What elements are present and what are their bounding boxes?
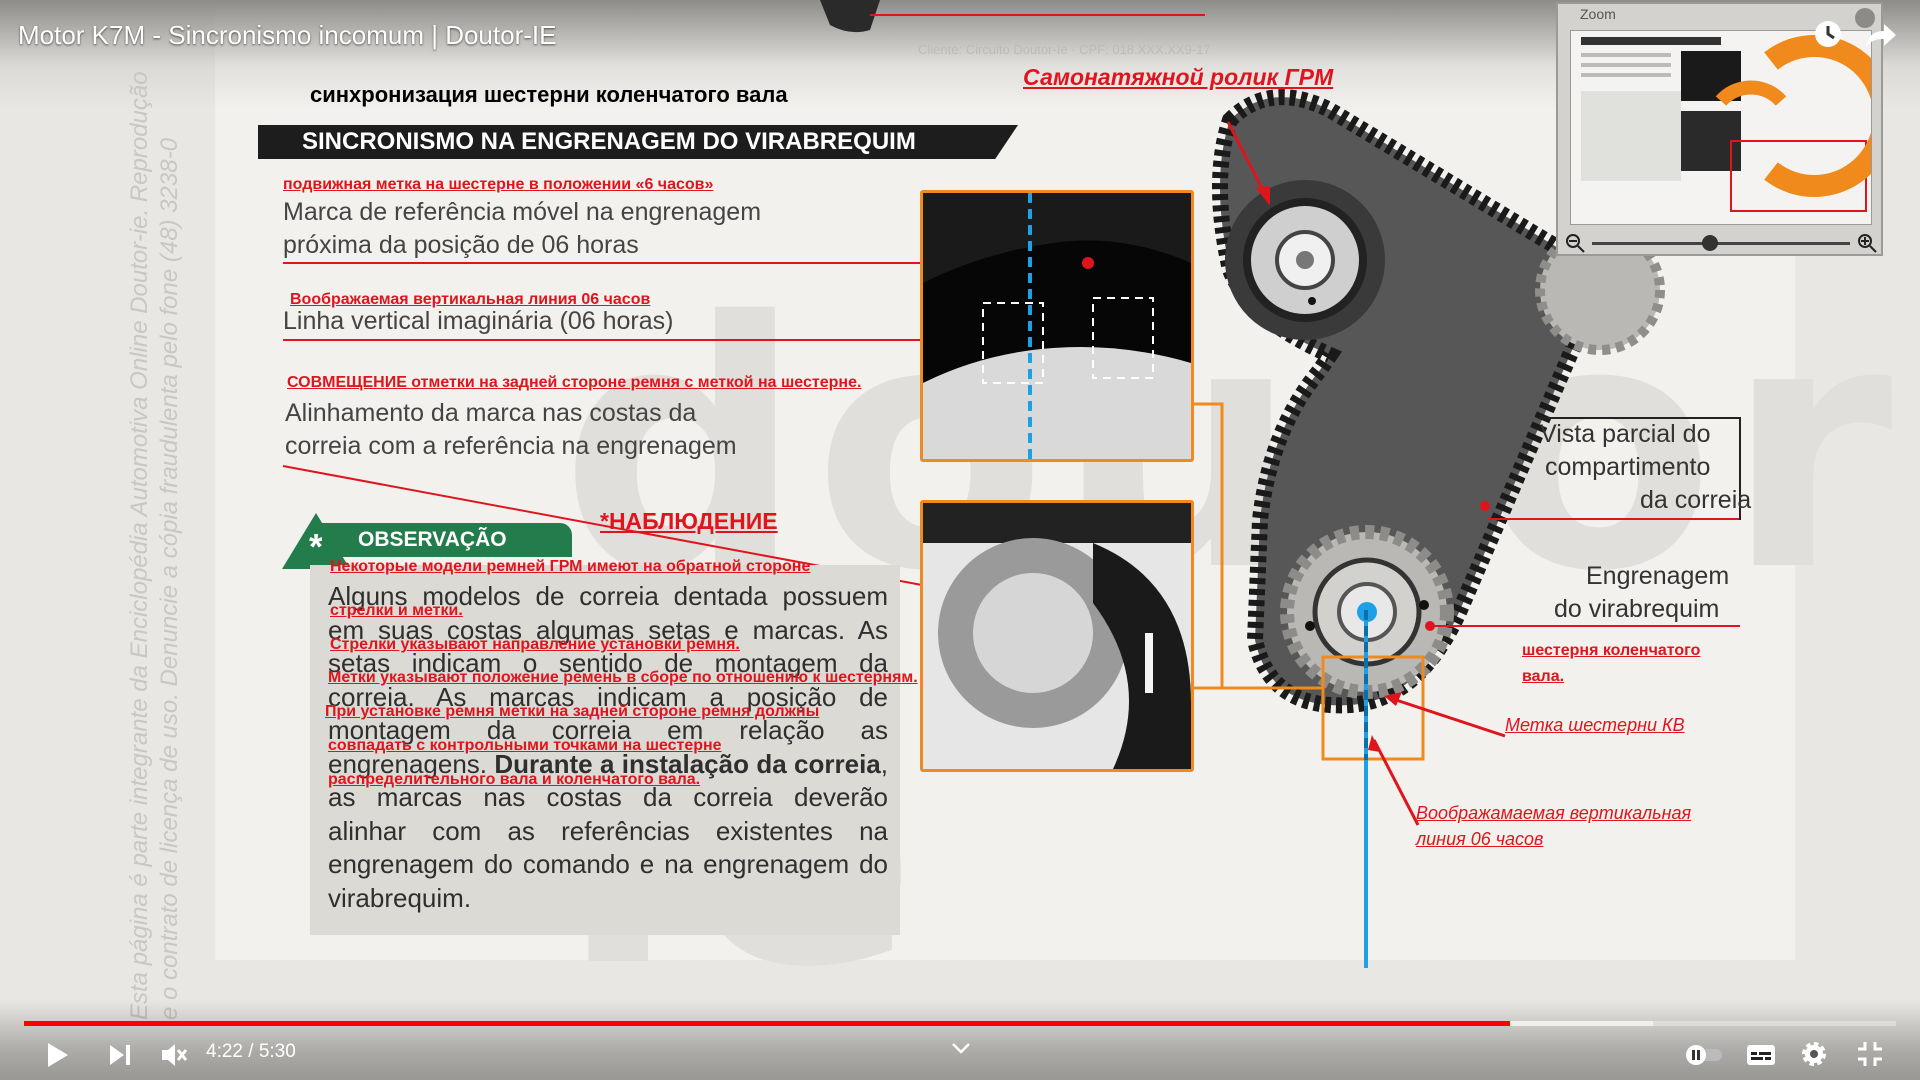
closeup-1-art [923, 193, 1191, 459]
video-frame[interactable]: doutor-ie Esta página é parte integrante… [0, 0, 1920, 1080]
ann-crank-mark: Метка шестерни КВ [1505, 715, 1685, 735]
pt-partial-3: da correia [1640, 486, 1752, 514]
ann-obs-line-3: Стрелки указывают направление установки … [330, 636, 740, 653]
zoom-out-icon[interactable] [1564, 232, 1586, 254]
gear-icon[interactable] [1800, 1040, 1828, 1068]
arrow-crank-mark [1389, 696, 1506, 738]
ann-crank-gear-2: вала. [1522, 668, 1565, 685]
time-display: 4:22 / 5:30 [206, 1041, 296, 1063]
time-current: 4:22 [206, 1041, 243, 1062]
clock-icon[interactable] [1812, 18, 1844, 50]
progress-played [24, 1021, 1511, 1026]
zoom-title: Zoom [1580, 6, 1616, 22]
zoom-slider-handle[interactable] [1702, 235, 1718, 251]
ru-heading: синхронизация шестерни коленчатого вала [310, 82, 788, 107]
ann-alignment: СОВМЕЩЕНИЕ отметки на задней стороне рем… [287, 374, 862, 391]
observation-label: OBSERVAÇÃO [322, 523, 572, 557]
ann-crank-gear-1: шестерня коленчатого [1522, 642, 1701, 659]
video-title[interactable]: Motor K7M - Sincronismo incomum | Doutor… [18, 20, 556, 51]
pt-align-2: correia com a referência na engrenagem [285, 432, 737, 460]
progress-bar[interactable] [24, 1021, 1896, 1026]
observation-badge: * OBSERVAÇÃO [282, 513, 572, 569]
pt-vertical: Linha vertical imaginária (06 horas) [283, 307, 674, 335]
ann-tensioner: Самонатяжной ролик ГРМ [1023, 64, 1334, 90]
zoom-in-icon[interactable] [1856, 232, 1878, 254]
arrow-vline [1372, 739, 1420, 826]
ann-obs-line-7: распределительного вала и коленчатого ва… [328, 771, 701, 788]
section-title: SINCRONISMO NA ENGRENAGEM DO VIRABREQUIM [258, 125, 1018, 159]
ann-obs-line-6: совпадать с контрольными точками на шест… [328, 737, 722, 754]
pt-partial-1: Vista parcial do [1540, 420, 1711, 448]
play-icon[interactable] [46, 1041, 70, 1069]
zoom-preview[interactable] [1570, 30, 1872, 225]
pt-align-1: Alinhamento da marca nas costas da [285, 399, 697, 427]
top-part [820, 0, 880, 33]
muted-volume-icon[interactable] [160, 1042, 188, 1068]
exit-fullscreen-icon[interactable] [1856, 1040, 1884, 1068]
ann-obs-line-4: Метки указывают положение ремень в сборе… [328, 669, 918, 686]
pt-crank-1: Engrenagem [1586, 562, 1730, 590]
inset-belt-back-closeup [920, 500, 1194, 772]
ann-observation: *НАБЛЮДЕНИЕ [600, 508, 778, 534]
inset-top-gear-closeup [920, 190, 1194, 462]
ann-vline-2: линия 06 часов [1416, 829, 1544, 849]
zoom-preview-art [1581, 35, 1871, 212]
chevron-down-icon[interactable] [950, 1040, 972, 1056]
ann-obs-line-5: При установке ремня метки на задней стор… [325, 703, 820, 720]
pt-movable-2: próxima da posição de 06 horas [283, 231, 639, 259]
ann-vline-1: Воображамаемая вертикальная [1416, 803, 1692, 823]
share-arrow-icon[interactable] [1864, 20, 1898, 50]
next-icon[interactable] [108, 1043, 132, 1067]
pt-movable-1: Marca de referência móvel na engrenagem [283, 198, 762, 226]
pt-crank-2: do virabrequim [1554, 595, 1720, 623]
ann-obs-line-2: стрелки и метки. [330, 602, 463, 619]
ann-movable-mark: подвижная метка на шестерне в положении … [283, 176, 714, 193]
autoplay-toggle-icon[interactable] [1684, 1043, 1724, 1067]
ann-obs-line-1: Некоторые модели ремней ГРМ имеют на обр… [330, 558, 811, 575]
subtitles-icon[interactable] [1746, 1042, 1776, 1068]
closeup-2-art [923, 503, 1191, 769]
time-separator: / [248, 1041, 254, 1062]
time-total: 5:30 [258, 1041, 296, 1062]
pt-partial-2: compartimento [1545, 453, 1711, 481]
zoom-slider[interactable] [1592, 235, 1850, 251]
